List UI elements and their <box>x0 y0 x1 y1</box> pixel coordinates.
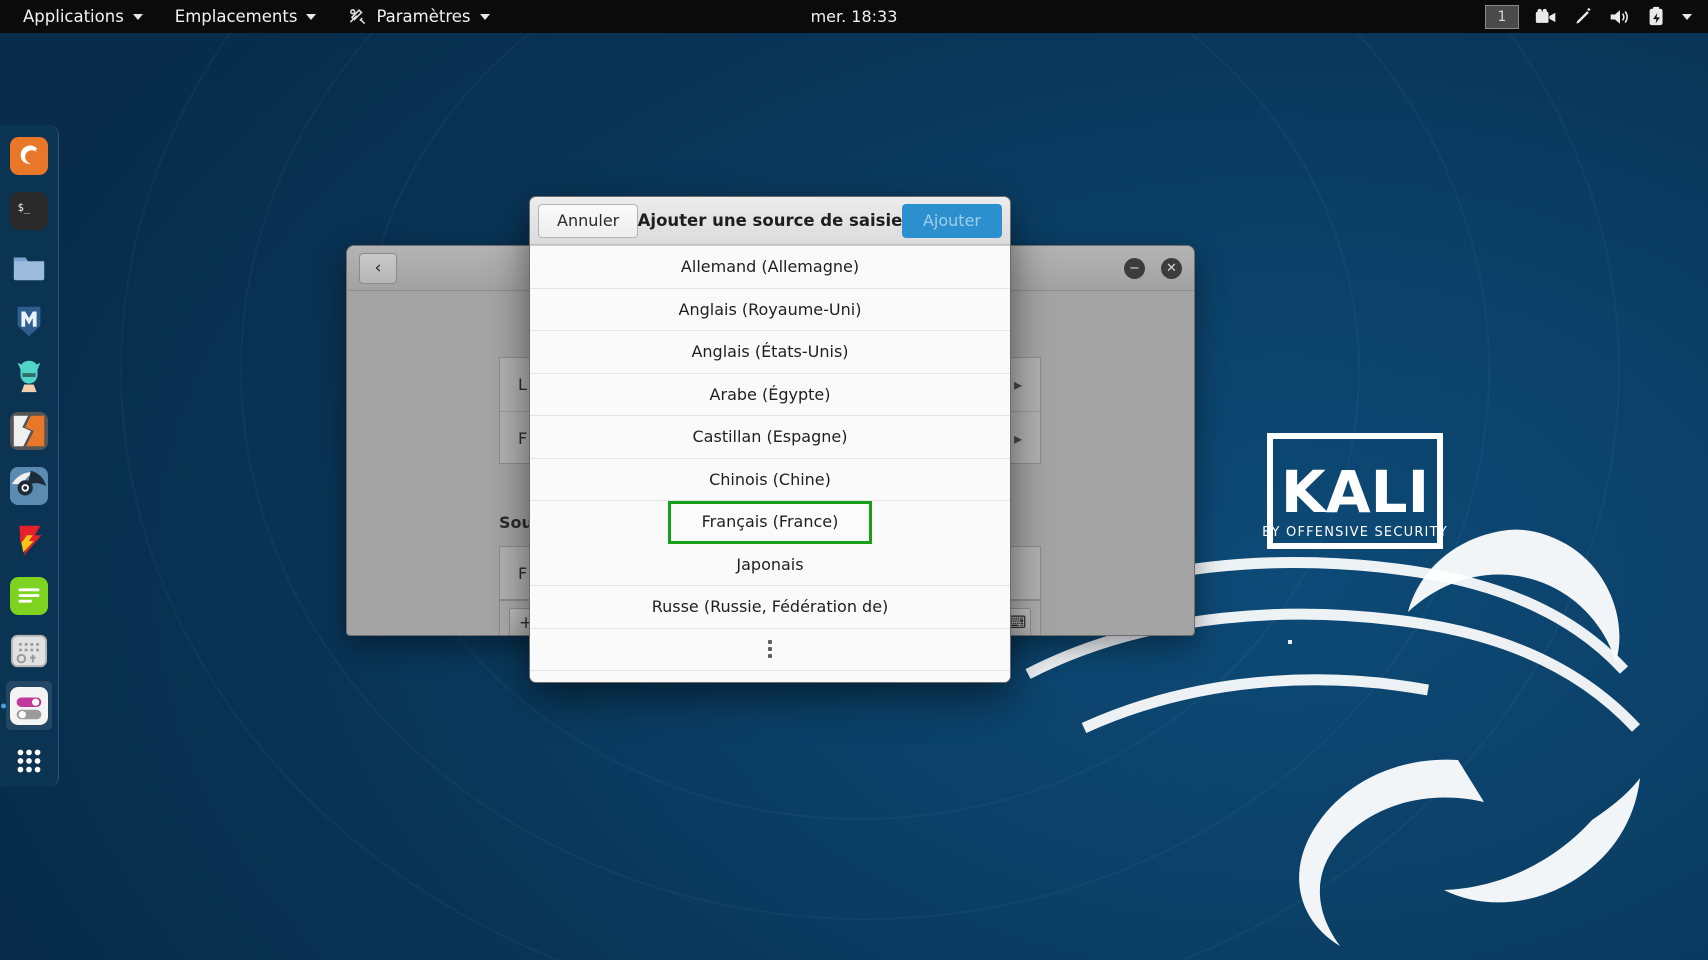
favorites-dock: $_ <box>0 125 59 787</box>
source-list-item[interactable]: Castillan (Espagne) <box>530 416 1010 459</box>
dock-item-files[interactable] <box>6 241 52 290</box>
source-list-item[interactable]: Japonais <box>530 543 1010 586</box>
add-button[interactable]: Ajouter <box>901 203 1002 238</box>
chevron-down-icon[interactable] <box>1682 13 1692 20</box>
svg-text:$_: $_ <box>18 202 31 214</box>
volume-icon[interactable] <box>1609 7 1631 27</box>
dock-item-armitage[interactable] <box>6 351 52 400</box>
show-applications-button[interactable] <box>6 736 52 785</box>
chevron-down-icon <box>479 13 490 20</box>
more-vertical-icon <box>768 640 772 659</box>
faraday-icon <box>19 525 42 556</box>
chevron-left-icon: ‹ <box>374 258 382 278</box>
folder-icon <box>13 256 45 280</box>
dock-item-terminal[interactable]: $_ <box>6 186 52 235</box>
wireshark-icon <box>10 466 48 505</box>
source-list-item-selected[interactable]: Français (France) <box>668 501 872 544</box>
source-label: Allemand (Allemagne) <box>680 257 860 277</box>
source-label: Anglais (États-Unis) <box>691 342 849 362</box>
source-label: Français (France) <box>701 512 839 532</box>
menu-emplacements-label: Emplacements <box>174 7 298 26</box>
app-grid-icon <box>17 749 41 772</box>
menu-applications-label: Applications <box>23 7 124 26</box>
metasploit-icon <box>17 306 41 336</box>
tools-icon <box>350 9 366 25</box>
show-more-sources-button[interactable] <box>530 628 1010 671</box>
close-icon: ✕ <box>1166 260 1177 276</box>
dock-item-cherrytree[interactable] <box>6 626 52 675</box>
menu-applications[interactable]: Applications <box>7 0 159 33</box>
source-label: Japonais <box>736 554 804 574</box>
source-label: Arabe (Égypte) <box>709 384 831 404</box>
dock-item-faraday[interactable] <box>6 516 52 565</box>
dock-item-settings[interactable] <box>6 681 52 730</box>
add-input-source-dialog: Annuler Ajouter une source de saisie Ajo… <box>529 196 1011 683</box>
list-item-label: L <box>518 375 527 394</box>
input-source-list[interactable]: Allemand (Allemagne) Anglais (Royaume-Un… <box>530 245 1010 682</box>
list-item-value: ▸ <box>1013 428 1022 448</box>
top-panel: Applications Emplacements Paramètres mer… <box>0 0 1708 33</box>
battery-icon[interactable] <box>1647 6 1666 27</box>
list-item-label: F <box>518 564 528 583</box>
cherrytree-icon <box>10 634 48 667</box>
dock-item-wireshark[interactable] <box>6 461 52 510</box>
source-label: Chinois (Chine) <box>709 469 831 489</box>
terminal-icon: $_ <box>10 191 48 230</box>
source-list-item[interactable]: Anglais (États-Unis) <box>530 331 1010 374</box>
dialog-header: Annuler Ajouter une source de saisie Ajo… <box>530 197 1010 245</box>
system-tray: 1 <box>1485 0 1700 33</box>
text-editor-icon <box>10 576 48 615</box>
burpsuite-icon <box>10 411 48 450</box>
section-label: Sou <box>499 513 533 532</box>
list-item-label: F <box>518 428 528 448</box>
source-label: Anglais (Royaume-Uni) <box>678 299 862 319</box>
workspace-indicator[interactable]: 1 <box>1485 4 1519 29</box>
chevron-down-icon <box>306 13 317 20</box>
dock-item-firefox[interactable] <box>6 131 52 180</box>
close-button[interactable]: ✕ <box>1161 257 1182 279</box>
source-label: Castillan (Espagne) <box>692 427 848 447</box>
back-button[interactable]: ‹ <box>359 252 397 284</box>
menu-parametres[interactable]: Paramètres <box>332 0 505 33</box>
armitage-icon <box>17 360 41 392</box>
window-controls: − ✕ <box>1124 257 1182 279</box>
source-label: Russe (Russie, Fédération de) <box>651 597 889 617</box>
menu-emplacements[interactable]: Emplacements <box>159 0 333 33</box>
screen-recorder-icon[interactable] <box>1535 8 1557 26</box>
source-list-item[interactable]: Allemand (Allemagne) <box>530 246 1010 289</box>
source-list-item[interactable]: Chinois (Chine) <box>530 458 1010 501</box>
settings-toggles-icon <box>10 686 48 725</box>
menu-parametres-label: Paramètres <box>376 7 471 26</box>
pen-tablet-icon[interactable] <box>1573 7 1593 27</box>
minimize-button[interactable]: − <box>1124 257 1145 279</box>
list-item-value: ▸ <box>1013 375 1022 394</box>
source-list-item[interactable]: Anglais (Royaume-Uni) <box>530 288 1010 331</box>
source-list-item[interactable]: Arabe (Égypte) <box>530 373 1010 416</box>
cancel-button[interactable]: Annuler <box>538 203 639 238</box>
dock-item-text-editor[interactable] <box>6 571 52 620</box>
dock-item-metasploit[interactable] <box>6 296 52 345</box>
dock-item-burpsuite[interactable] <box>6 406 52 455</box>
minimize-icon: − <box>1129 260 1140 276</box>
source-list-item[interactable]: Russe (Russie, Fédération de) <box>530 586 1010 629</box>
firefox-icon <box>10 136 48 175</box>
chevron-down-icon <box>132 13 143 20</box>
